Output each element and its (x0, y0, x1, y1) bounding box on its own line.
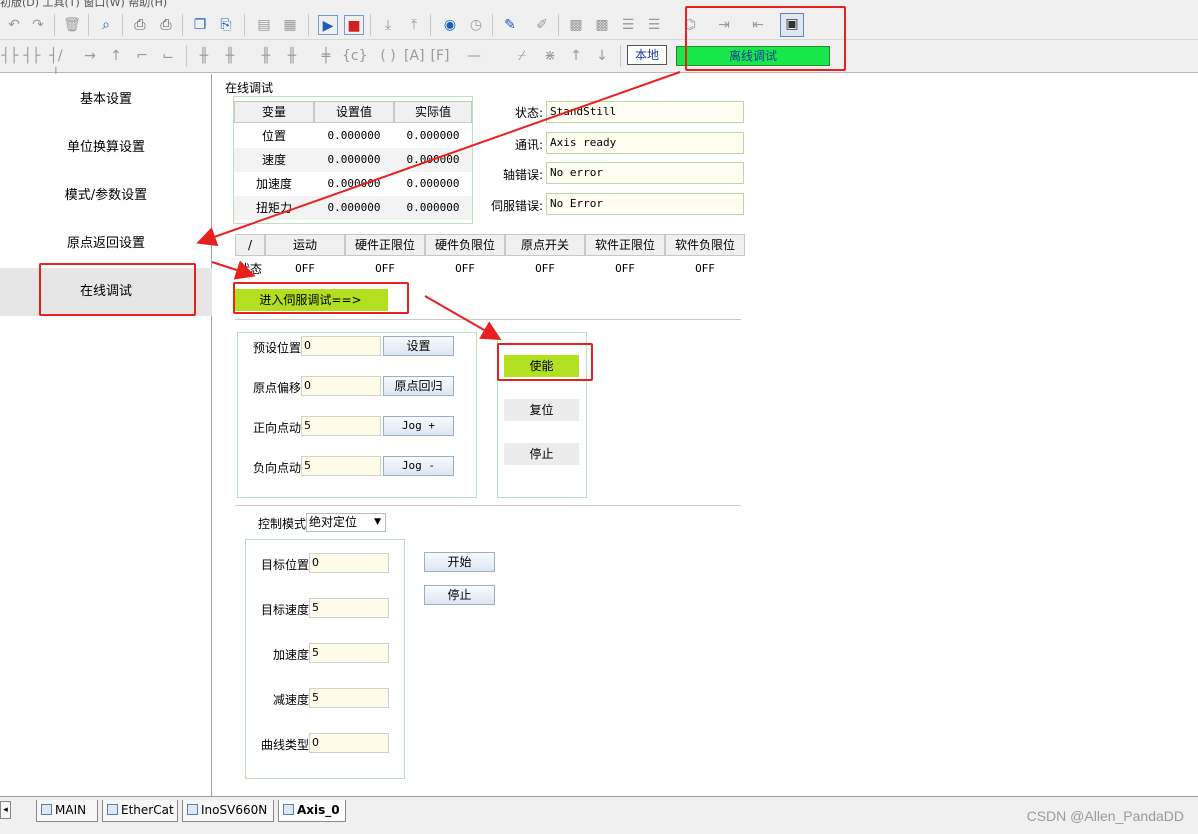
arrow (424, 295, 502, 340)
annotation-arrows (196, 71, 681, 340)
arrow (196, 71, 681, 247)
arrow (211, 260, 256, 280)
